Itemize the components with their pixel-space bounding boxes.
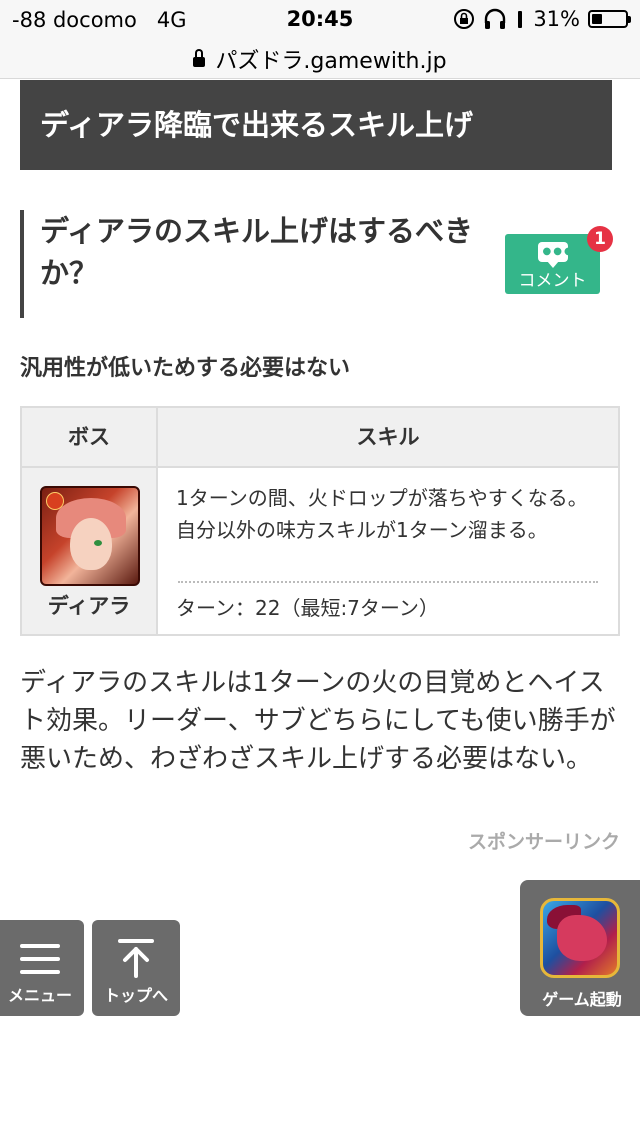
comment-count-badge: 1 xyxy=(587,226,613,252)
comment-button[interactable]: ●●● コメント xyxy=(505,234,600,294)
battery-icon xyxy=(588,10,631,28)
speech-bubble-icon: ●●● xyxy=(537,242,573,268)
comment-label: コメント xyxy=(518,271,587,291)
arrow-up-icon xyxy=(118,939,154,978)
url-bar[interactable]: パズドラ.gamewith.jp xyxy=(0,40,640,79)
battery-percent: 31% xyxy=(533,7,580,31)
headphones-icon xyxy=(485,8,506,29)
skill-cell: 1ターンの間、火ドロップが落ちやすくなる。 自分以外の味方スキルが1ターン溜まる… xyxy=(158,468,618,634)
launch-game-button[interactable]: ゲーム起動 xyxy=(520,880,640,1016)
boss-cell: ディアラ xyxy=(22,468,158,634)
table-header-skill: スキル xyxy=(356,425,420,449)
question-heading: ディアラのスキル上げはするべきか？ xyxy=(20,210,480,318)
skill-turn: ターン：22（最短:7ターン） xyxy=(176,596,439,620)
skill-line-1: 1ターンの間、火ドロップが落ちやすくなる。 xyxy=(176,486,588,510)
table-header-boss: ボス xyxy=(22,408,158,466)
back-to-top-button[interactable]: トップへ xyxy=(92,920,180,1016)
fire-attribute-icon xyxy=(46,492,64,510)
volume-icon xyxy=(518,11,523,28)
status-icons: 31% xyxy=(453,7,631,31)
skill-description: 1ターンの間、火ドロップが落ちやすくなる。 自分以外の味方スキルが1ターン溜まる… xyxy=(176,482,596,546)
body-paragraph: ディアラのスキルは1ターンの火の目覚めとヘイスト効果。リーダー、サブどちらにして… xyxy=(20,668,616,774)
launch-game-label: ゲーム起動 xyxy=(542,990,622,1009)
menu-button[interactable]: メニュー xyxy=(0,920,84,1016)
sponsor-label: スポンサーリンク xyxy=(467,831,620,853)
puzzle-dragons-app-icon xyxy=(540,898,620,978)
hamburger-icon xyxy=(20,944,60,974)
lock-icon xyxy=(193,49,206,67)
top-label: トップへ xyxy=(103,986,168,1005)
status-bar: -88 docomo 4G 20:45 31% xyxy=(0,0,640,40)
skill-divider xyxy=(178,581,598,583)
rotation-lock-icon xyxy=(454,9,475,29)
diara-monster-icon[interactable] xyxy=(40,486,140,586)
boss-name: ディアラ xyxy=(47,594,131,618)
table-header-row: ボス スキル xyxy=(22,408,618,468)
section-heading: ディアラ降臨で出来るスキル上げ xyxy=(20,80,612,170)
skill-line-2: 自分以外の味方スキルが1ターン溜まる。 xyxy=(176,518,548,542)
menu-label: メニュー xyxy=(7,986,72,1005)
url-text: パズドラ.gamewith.jp xyxy=(215,49,447,74)
summary-text: 汎用性が低いためする必要はない xyxy=(20,356,351,381)
skill-table: ボス スキル ディアラ 1ターンの間、火ドロップが落ちやすくなる。 自分以外の味… xyxy=(20,406,620,636)
